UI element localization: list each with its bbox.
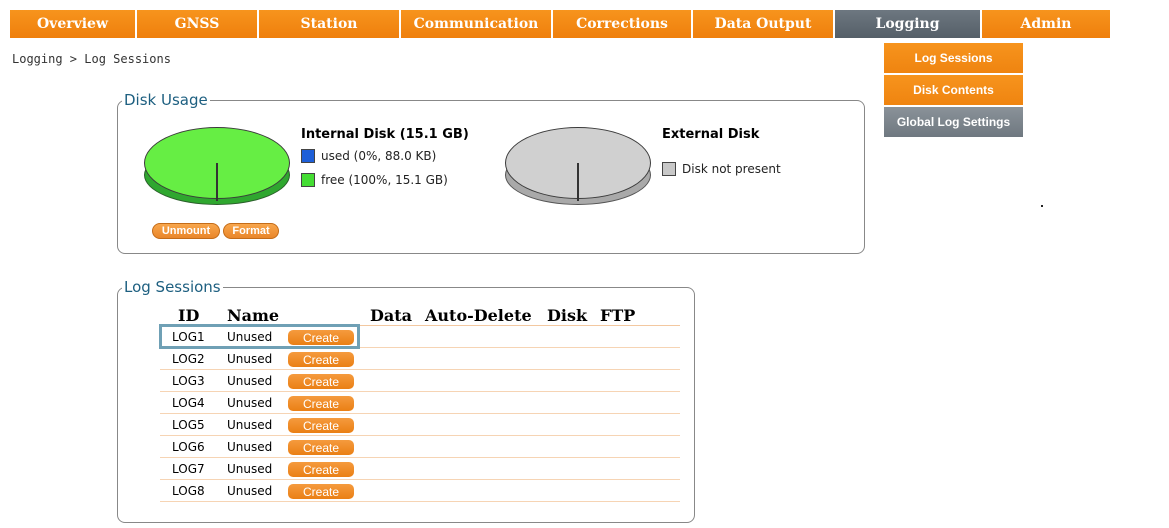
row-name: Unused bbox=[227, 396, 273, 410]
tab-corrections[interactable]: Corrections bbox=[553, 10, 691, 40]
table-row: LOG2 Unused Create bbox=[160, 349, 680, 370]
create-button[interactable]: Create bbox=[288, 352, 354, 367]
not-present-label: Disk not present bbox=[682, 162, 781, 176]
internal-disk-title: Internal Disk (15.1 GB) bbox=[301, 127, 469, 142]
table-row: LOG7 Unused Create bbox=[160, 459, 680, 480]
col-name: Name bbox=[227, 306, 280, 325]
create-button[interactable]: Create bbox=[288, 462, 354, 477]
breadcrumb: Logging > Log Sessions bbox=[12, 52, 171, 66]
unmount-button[interactable]: Unmount bbox=[152, 223, 220, 239]
row-name: Unused bbox=[227, 484, 273, 498]
log-sessions-legend: Log Sessions bbox=[124, 278, 221, 296]
free-swatch bbox=[301, 173, 315, 187]
create-button[interactable]: Create bbox=[288, 374, 354, 389]
row-id: LOG3 bbox=[172, 374, 205, 388]
table-row: LOG3 Unused Create bbox=[160, 371, 680, 392]
legend-free: free (100%, 15.1 GB) bbox=[301, 173, 448, 187]
legend-not-present: Disk not present bbox=[662, 162, 781, 176]
legend-used: used (0%, 88.0 KB) bbox=[301, 149, 436, 163]
row-id: LOG5 bbox=[172, 418, 205, 432]
row-name: Unused bbox=[227, 418, 273, 432]
row-name: Unused bbox=[227, 440, 273, 454]
col-data: Data bbox=[370, 306, 412, 325]
table-row: LOG5 Unused Create bbox=[160, 415, 680, 436]
row-id: LOG7 bbox=[172, 462, 205, 476]
table-row: LOG8 Unused Create bbox=[160, 481, 680, 502]
external-disk-pie-chart bbox=[505, 127, 653, 215]
row-highlight-box bbox=[159, 324, 360, 349]
tab-station[interactable]: Station bbox=[259, 10, 399, 40]
create-button[interactable]: Create bbox=[288, 484, 354, 499]
create-button[interactable]: Create bbox=[288, 440, 354, 455]
col-disk: Disk bbox=[547, 306, 588, 325]
row-name: Unused bbox=[227, 462, 273, 476]
tab-communication[interactable]: Communication bbox=[401, 10, 551, 40]
row-name: Unused bbox=[227, 374, 273, 388]
used-swatch bbox=[301, 149, 315, 163]
external-disk-title: External Disk bbox=[662, 127, 760, 142]
used-label: used (0%, 88.0 KB) bbox=[321, 149, 437, 163]
main-nav: Overview GNSS Station Communication Corr… bbox=[10, 10, 1160, 40]
disk-usage-legend: Disk Usage bbox=[124, 91, 208, 109]
format-button[interactable]: Format bbox=[223, 223, 279, 239]
row-id: LOG8 bbox=[172, 484, 205, 498]
table-row: LOG4 Unused Create bbox=[160, 393, 680, 414]
tab-admin[interactable]: Admin bbox=[982, 10, 1110, 40]
tab-overview[interactable]: Overview bbox=[10, 10, 135, 40]
tab-logging[interactable]: Logging bbox=[835, 10, 980, 40]
internal-disk-pie-chart bbox=[144, 127, 292, 215]
menu-item-disk-contents[interactable]: Disk Contents bbox=[884, 75, 1023, 105]
free-label: free (100%, 15.1 GB) bbox=[321, 173, 448, 187]
col-ftp: FTP bbox=[600, 306, 636, 325]
row-id: LOG2 bbox=[172, 352, 205, 366]
menu-item-log-sessions[interactable]: Log Sessions bbox=[884, 43, 1023, 73]
row-name: Unused bbox=[227, 352, 273, 366]
external-disk-marker bbox=[577, 163, 579, 201]
not-present-swatch bbox=[662, 162, 676, 176]
col-id: ID bbox=[178, 306, 200, 325]
tab-gnss[interactable]: GNSS bbox=[137, 10, 257, 40]
row-id: LOG6 bbox=[172, 440, 205, 454]
logging-dropdown-menu: Log Sessions Disk Contents Global Log Se… bbox=[884, 43, 1023, 139]
create-button[interactable]: Create bbox=[288, 418, 354, 433]
menu-item-global-log-settings[interactable]: Global Log Settings bbox=[884, 107, 1023, 137]
row-id: LOG4 bbox=[172, 396, 205, 410]
table-row: LOG6 Unused Create bbox=[160, 437, 680, 458]
tab-data-output[interactable]: Data Output bbox=[693, 10, 833, 40]
col-auto-delete: Auto-Delete bbox=[425, 306, 532, 325]
stray-dot bbox=[1041, 205, 1043, 207]
internal-disk-used-slice-marker bbox=[216, 163, 218, 201]
create-button[interactable]: Create bbox=[288, 396, 354, 411]
